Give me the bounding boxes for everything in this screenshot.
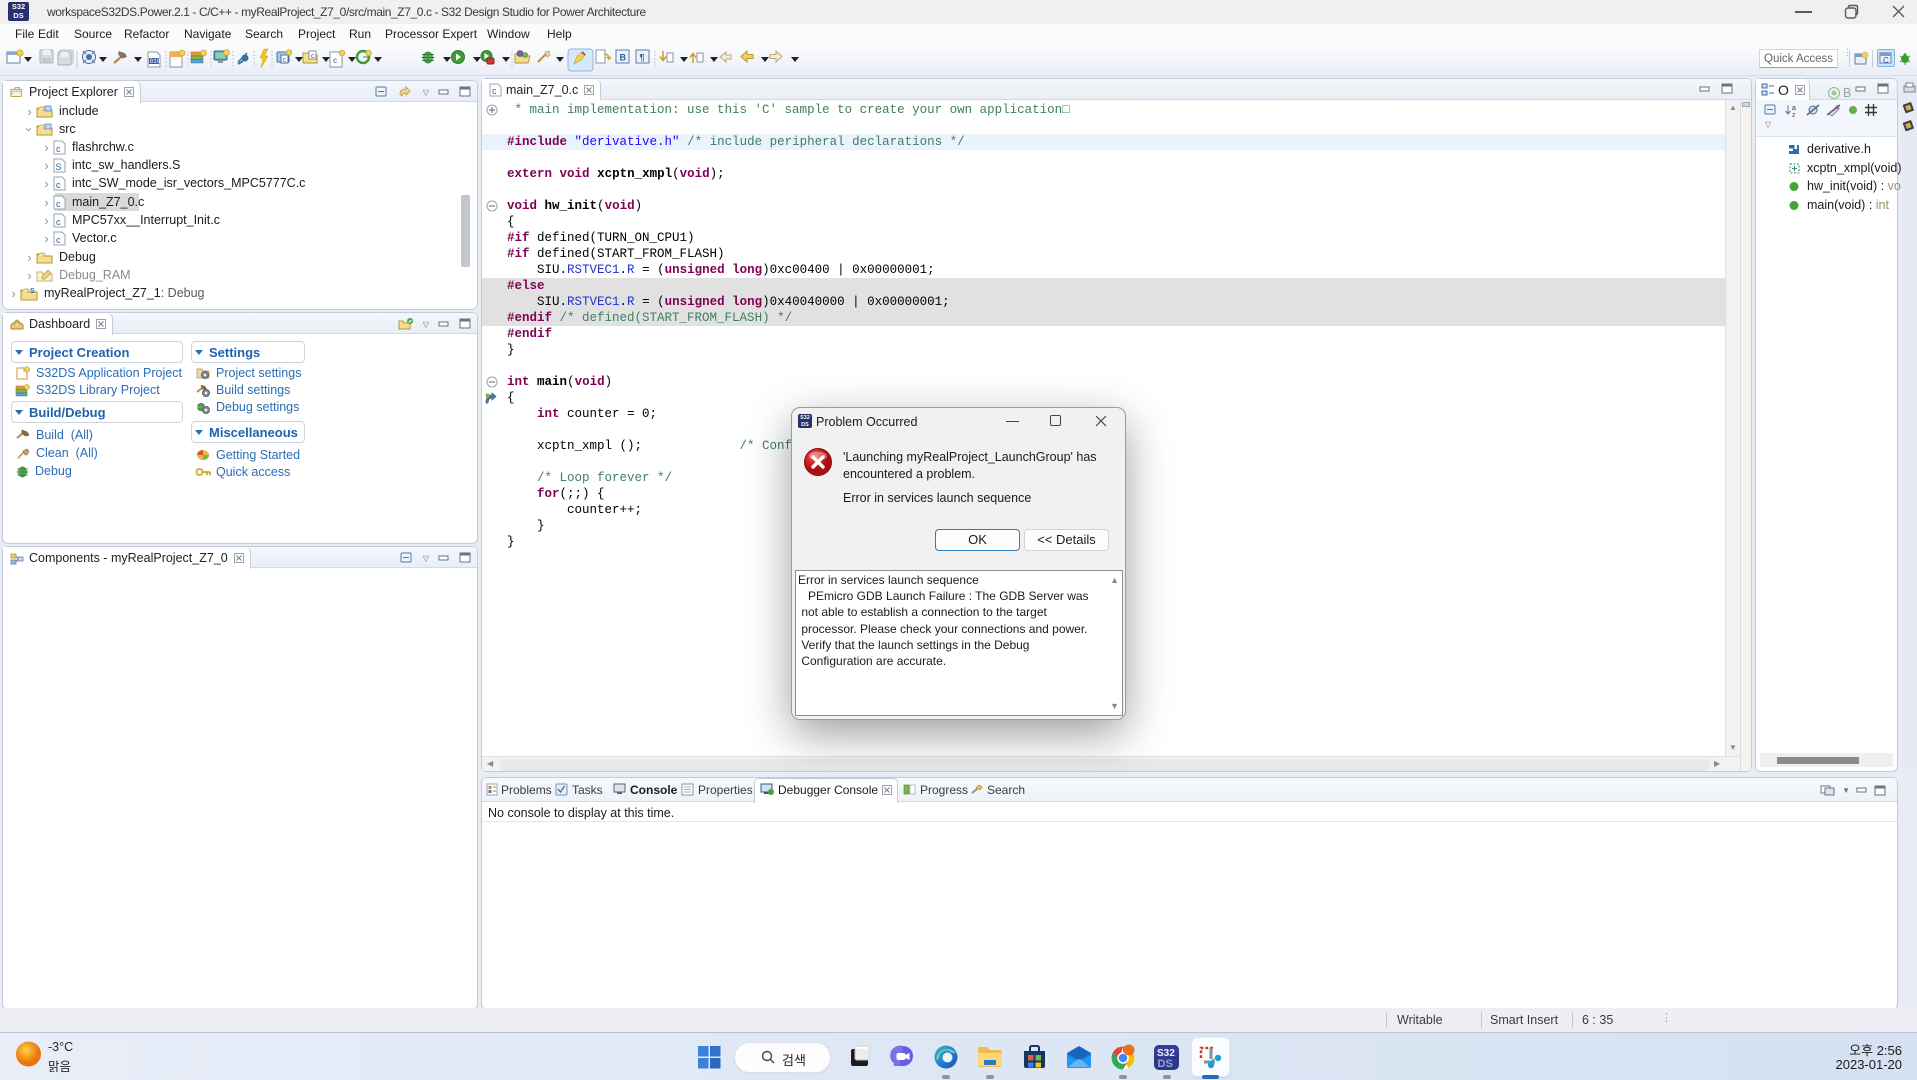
svg-text:c: c (492, 86, 497, 96)
svg-text:010: 010 (150, 58, 161, 65)
svg-text:¶: ¶ (640, 53, 645, 63)
svg-text:c: c (56, 180, 61, 190)
svg-text:S: S (30, 288, 35, 295)
svg-text:z: z (1792, 112, 1796, 118)
svg-text:C: C (1883, 56, 1889, 65)
svg-text:c: c (56, 144, 61, 154)
svg-text:c: c (311, 53, 315, 60)
svg-text:c: c (333, 56, 337, 65)
svg-text:B: B (620, 53, 627, 63)
svg-text:c: c (56, 199, 61, 209)
svg-text:c: c (283, 57, 287, 64)
svg-text:S: S (56, 162, 62, 172)
svg-text:DS: DS (1158, 1058, 1173, 1070)
svg-text:c: c (56, 235, 61, 245)
svg-text:c: c (56, 217, 61, 227)
svg-text:a: a (1792, 105, 1796, 112)
